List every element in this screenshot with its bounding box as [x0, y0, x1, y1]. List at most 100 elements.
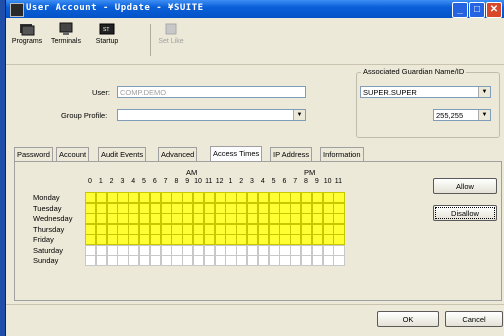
access-time-cell[interactable] — [139, 234, 151, 245]
access-time-cell[interactable] — [139, 244, 151, 256]
access-time-cell[interactable] — [214, 213, 226, 224]
access-time-cell[interactable] — [290, 244, 302, 256]
access-time-cell[interactable] — [247, 255, 259, 266]
access-time-cell[interactable] — [106, 202, 118, 214]
access-time-cell[interactable] — [301, 213, 313, 224]
access-time-cell[interactable] — [333, 213, 345, 224]
access-time-cell[interactable] — [290, 223, 302, 235]
access-time-cell[interactable] — [149, 244, 162, 256]
access-time-cell[interactable] — [193, 255, 205, 266]
access-time-cell[interactable] — [311, 223, 324, 235]
access-time-cell[interactable] — [106, 213, 118, 224]
access-time-cell[interactable] — [203, 192, 216, 203]
access-time-cell[interactable] — [117, 223, 129, 235]
access-time-cell[interactable] — [160, 202, 172, 214]
access-time-cell[interactable] — [139, 223, 151, 235]
access-time-cell[interactable] — [160, 234, 172, 245]
access-time-cell[interactable] — [236, 192, 248, 203]
access-time-cell[interactable] — [85, 255, 97, 266]
access-time-cell[interactable] — [225, 202, 237, 214]
access-time-cell[interactable] — [333, 192, 345, 203]
access-time-cell[interactable] — [85, 234, 97, 245]
access-time-cell[interactable] — [268, 234, 280, 245]
access-time-cell[interactable] — [128, 192, 140, 203]
access-time-cell[interactable] — [247, 244, 259, 256]
access-time-cell[interactable] — [160, 244, 172, 256]
access-time-cell[interactable] — [182, 244, 194, 256]
access-time-cell[interactable] — [290, 202, 302, 214]
access-time-cell[interactable] — [203, 244, 216, 256]
access-time-cell[interactable] — [149, 223, 162, 235]
access-time-cell[interactable] — [225, 192, 237, 203]
access-time-cell[interactable] — [106, 255, 118, 266]
access-time-cell[interactable] — [95, 234, 108, 245]
access-time-cell[interactable] — [128, 202, 140, 214]
access-time-cell[interactable] — [85, 192, 97, 203]
access-time-cell[interactable] — [117, 234, 129, 245]
access-time-cell[interactable] — [322, 234, 334, 245]
access-time-cell[interactable] — [290, 255, 302, 266]
access-time-cell[interactable] — [279, 234, 291, 245]
access-time-cell[interactable] — [193, 192, 205, 203]
access-time-cell[interactable] — [139, 192, 151, 203]
access-time-cell[interactable] — [301, 223, 313, 235]
access-time-cell[interactable] — [322, 202, 334, 214]
access-time-cell[interactable] — [182, 192, 194, 203]
cancel-button[interactable]: Cancel — [445, 311, 503, 327]
disallow-button[interactable]: Disallow — [433, 205, 497, 221]
access-time-cell[interactable] — [203, 234, 216, 245]
access-time-cell[interactable] — [225, 213, 237, 224]
access-time-cell[interactable] — [128, 213, 140, 224]
access-time-cell[interactable] — [203, 255, 216, 266]
access-time-cell[interactable] — [333, 223, 345, 235]
tab-ip-address[interactable]: IP Address — [270, 147, 313, 161]
close-button[interactable]: ✕ — [486, 2, 502, 18]
access-time-cell[interactable] — [311, 255, 324, 266]
access-time-cell[interactable] — [279, 192, 291, 203]
access-time-cell[interactable] — [85, 213, 97, 224]
access-time-cell[interactable] — [311, 244, 324, 256]
access-time-cell[interactable] — [85, 202, 97, 214]
access-time-cell[interactable] — [106, 244, 118, 256]
access-time-cell[interactable] — [128, 223, 140, 235]
access-time-cell[interactable] — [203, 223, 216, 235]
access-time-cell[interactable] — [247, 234, 259, 245]
access-time-cell[interactable] — [128, 244, 140, 256]
access-time-cell[interactable] — [290, 213, 302, 224]
access-time-cell[interactable] — [214, 223, 226, 235]
title-bar[interactable]: User Account - Update - ¥SUITE _ □ ✕ — [6, 0, 504, 18]
access-time-cell[interactable] — [247, 202, 259, 214]
access-time-cell[interactable] — [301, 244, 313, 256]
access-time-cell[interactable] — [236, 202, 248, 214]
access-time-cell[interactable] — [268, 192, 280, 203]
access-time-cell[interactable] — [268, 213, 280, 224]
tab-access-times[interactable]: Access Times — [210, 146, 263, 162]
access-time-cell[interactable] — [333, 234, 345, 245]
access-time-cell[interactable] — [268, 202, 280, 214]
access-time-cell[interactable] — [182, 255, 194, 266]
access-time-cell[interactable] — [203, 202, 216, 214]
access-time-cell[interactable] — [182, 202, 194, 214]
access-time-cell[interactable] — [333, 255, 345, 266]
access-time-cell[interactable] — [236, 244, 248, 256]
tab-advanced[interactable]: Advanced — [158, 147, 198, 161]
access-time-cell[interactable] — [193, 223, 205, 235]
access-time-cell[interactable] — [268, 255, 280, 266]
access-time-cell[interactable] — [279, 255, 291, 266]
access-time-cell[interactable] — [311, 192, 324, 203]
access-time-cell[interactable] — [247, 223, 259, 235]
access-time-cell[interactable] — [95, 213, 108, 224]
access-time-cell[interactable] — [268, 223, 280, 235]
access-time-cell[interactable] — [182, 234, 194, 245]
access-time-cell[interactable] — [333, 244, 345, 256]
access-time-cell[interactable] — [322, 244, 334, 256]
access-time-cell[interactable] — [214, 202, 226, 214]
access-time-cell[interactable] — [214, 234, 226, 245]
access-time-cell[interactable] — [117, 192, 129, 203]
access-time-cell[interactable] — [214, 244, 226, 256]
access-time-cell[interactable] — [171, 202, 183, 214]
access-time-cell[interactable] — [139, 213, 151, 224]
tab-audit-events[interactable]: Audit Events — [98, 147, 147, 161]
access-time-cell[interactable] — [160, 192, 172, 203]
access-time-cell[interactable] — [193, 244, 205, 256]
